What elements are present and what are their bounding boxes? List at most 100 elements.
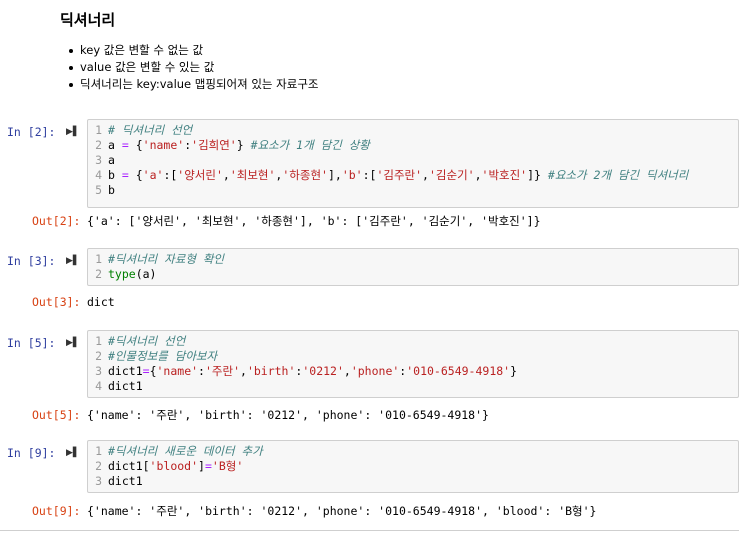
code-token: :[ [163, 168, 178, 182]
code-token: '010-6549-4918' [406, 364, 511, 378]
input-prompt: In [9]: [7, 446, 56, 460]
code-editor[interactable]: 1 #딕셔너리 자료형 확인 2 type(a) [87, 248, 739, 286]
line-number: 5 [95, 183, 102, 197]
code-token: '하종현' [282, 168, 328, 182]
code-token: 'B형' [211, 459, 244, 473]
markdown-cell[interactable]: 딕셔너리 key 값은 변할 수 없는 값 value 값은 변할 수 있는 값… [60, 8, 730, 93]
code-token: '박호진' [481, 168, 528, 182]
line-number: 3 [95, 153, 102, 167]
bullet-item: value 값은 변할 수 있는 값 [68, 59, 730, 76]
bullet-item: key 값은 변할 수 없는 값 [68, 42, 730, 59]
code-token: } [236, 138, 251, 152]
cell-output: {'name': '주란', 'birth': '0212', 'phone':… [87, 504, 597, 518]
code-text: #딕셔너리 자료형 확인 [108, 252, 224, 267]
code-token: dict1 [108, 364, 143, 378]
run-cell-icon[interactable]: ▶▌ [66, 253, 80, 269]
code-token: ]} [527, 168, 548, 182]
code-token: , [474, 168, 482, 182]
code-line: 3a [88, 153, 738, 168]
code-token: , [343, 364, 351, 378]
input-prompt: In [5]: [7, 336, 56, 350]
code-line: 3 dict1={'name':'주란','birth':'0212','phon… [88, 364, 738, 379]
line-number: 1 [95, 123, 102, 137]
code-token: '김주란' [376, 168, 423, 182]
code-token: = [121, 168, 129, 182]
code-token: #인물정보를 담아보자 [108, 349, 218, 363]
line-number: 3 [95, 474, 102, 488]
line-number: 3 [95, 364, 102, 378]
code-token: } [510, 364, 518, 378]
input-prompt: In [2]: [7, 125, 56, 139]
code-editor[interactable]: 1 #딕셔너리 선언 2 #인물정보를 담아보자 3 dict1={'name':'주란'… [87, 330, 739, 398]
code-token: b [108, 168, 122, 182]
code-token: 'a' [142, 168, 164, 182]
code-token: '주란' [204, 364, 240, 378]
code-editor[interactable]: 1 # 딕셔너리 선언 2 a = {'name':'김희연'} #요소가 1개 담긴… [87, 119, 739, 208]
code-token: { [149, 364, 157, 378]
code-line: 1 #딕셔너리 선언 [88, 334, 738, 349]
code-text: #인물정보를 담아보자 [108, 349, 217, 364]
code-token: dict1 [108, 379, 143, 393]
code-token: : [198, 364, 205, 378]
code-token: #요소가 2개 담긴 딕셔너리 [547, 168, 689, 182]
run-cell-icon[interactable]: ▶▌ [66, 124, 80, 140]
cell-output: {'a': ['양서린', '최보현', '하종현'], 'b': ['김주란'… [87, 214, 541, 228]
code-token: = [204, 459, 212, 473]
code-token: #요소가 1개 담긴 상황 [250, 138, 370, 152]
cell-output: {'name': '주란', 'birth': '0212', 'phone':… [87, 408, 489, 422]
code-token: , [240, 364, 247, 378]
code-text: a = {'name':'김희연'} #요소가 1개 담긴 상황 [108, 138, 370, 153]
code-token: 'blood' [149, 459, 199, 473]
code-text: # 딕셔너리 선언 [108, 123, 192, 138]
code-token: type [108, 267, 136, 281]
code-token: = [121, 138, 129, 152]
line-number: 2 [95, 138, 102, 152]
code-token: #딕셔너리 새로운 데이터 추가 [108, 444, 263, 458]
run-cell-icon[interactable]: ▶▌ [66, 335, 80, 351]
code-line: 2 dict1['blood']='B형' [88, 459, 738, 474]
code-token: { [128, 168, 143, 182]
code-token: { [128, 138, 143, 152]
run-cell-icon[interactable]: ▶▌ [66, 445, 80, 461]
code-text: dict1 [108, 474, 143, 489]
output-prompt: Out[3]: [32, 295, 81, 309]
code-token: 'name' [156, 364, 199, 378]
code-token: , [222, 168, 230, 182]
code-token: 'birth' [246, 364, 296, 378]
code-token: (a) [135, 267, 157, 281]
output-prompt: Out[9]: [32, 504, 81, 518]
code-token: #딕셔너리 선언 [108, 334, 186, 348]
code-token: '김순기' [428, 168, 475, 182]
bullet-list: key 값은 변할 수 없는 값 value 값은 변할 수 있는 값 딕셔너리… [60, 42, 730, 93]
line-number: 2 [95, 459, 102, 473]
code-token: '양서린' [177, 168, 223, 182]
code-line: 2 #인물정보를 담아보자 [88, 349, 738, 364]
code-line: 2 type(a) [88, 267, 738, 282]
line-number: 1 [95, 444, 102, 458]
code-token: 'b' [341, 168, 363, 182]
line-number: 2 [95, 349, 102, 363]
code-token: dict1 [108, 474, 143, 488]
code-token: a [108, 138, 122, 152]
code-text: type(a) [108, 267, 156, 282]
code-line: 4b = {'a':['양서린','최보현','하종현'],'b':['김주란'… [88, 168, 738, 183]
output-prompt: Out[2]: [32, 214, 81, 228]
code-token: 'name' [142, 138, 185, 152]
code-token: # 딕셔너리 선언 [108, 123, 193, 137]
code-text: dict1 [108, 379, 143, 394]
code-text: b [108, 183, 115, 198]
output-prompt: Out[5]: [32, 408, 81, 422]
code-text: #딕셔너리 새로운 데이터 추가 [108, 444, 263, 459]
input-prompt: In [3]: [7, 254, 56, 268]
code-token: b [108, 183, 115, 197]
code-line: 1 #딕셔너리 새로운 데이터 추가 [88, 444, 738, 459]
code-token: #딕셔너리 자료형 확인 [108, 252, 224, 266]
code-editor[interactable]: 1 #딕셔너리 새로운 데이터 추가 2 dict1['blood']='B형' 3 di… [87, 440, 739, 493]
code-token: 'phone' [350, 364, 400, 378]
code-token: '김희연' [191, 138, 237, 152]
code-line: 3 dict1 [88, 474, 738, 489]
code-text: a [108, 153, 115, 168]
code-token: ] [198, 459, 205, 473]
bullet-item: 딕셔너리는 key:value 맵핑되어져 있는 자료구조 [68, 76, 730, 93]
code-token: dict1[ [108, 459, 150, 473]
